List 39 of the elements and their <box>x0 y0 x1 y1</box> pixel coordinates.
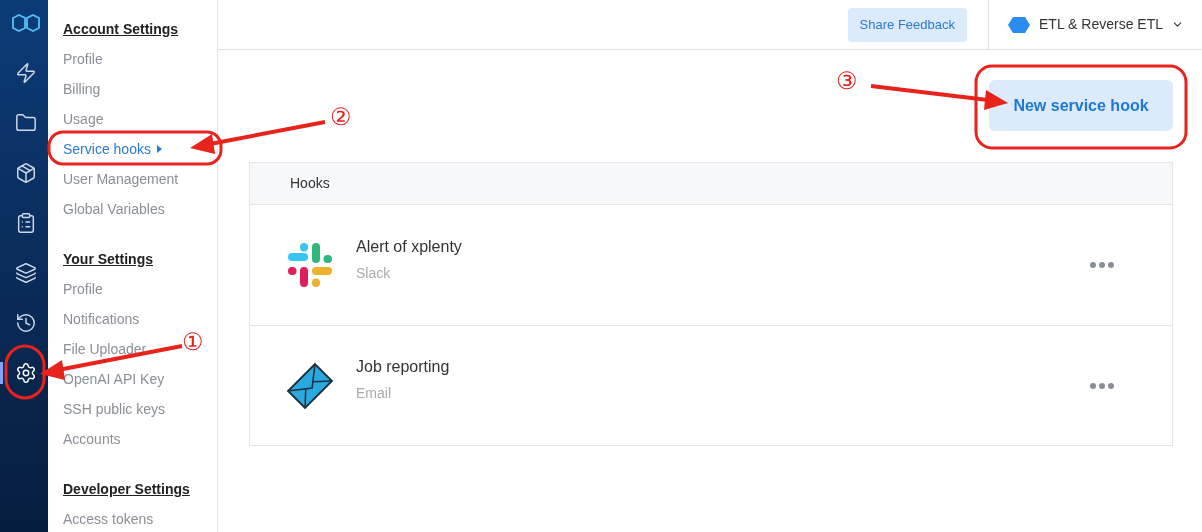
sidebar-link[interactable]: Global Variables <box>63 194 165 224</box>
sidebar-link[interactable]: Profile <box>63 274 103 304</box>
sidebar-link[interactable]: User Management <box>63 164 179 194</box>
box-icon[interactable] <box>14 162 37 184</box>
new-service-hook-button[interactable]: New service hook <box>989 80 1173 131</box>
hook-type: Slack <box>356 263 392 283</box>
slack-logo-icon <box>286 241 334 289</box>
share-feedback-button[interactable]: Share Feedback <box>847 7 967 42</box>
sidebar-link[interactable]: File Uploader <box>63 334 147 364</box>
logo-icon <box>10 13 41 33</box>
sidebar-link[interactable]: Billing <box>63 74 101 104</box>
sidebar-link[interactable]: Access tokens <box>63 504 154 532</box>
sidebar-link[interactable]: Notifications <box>63 304 140 334</box>
hook-name[interactable]: Alert of xplenty <box>356 234 1090 259</box>
sidebar-link[interactable]: Accounts <box>63 424 121 454</box>
sidebar-link[interactable]: OpenAI API Key <box>63 364 165 394</box>
sidebar-link[interactable]: Profile <box>63 44 103 74</box>
hook-name[interactable]: Job reporting <box>356 355 1090 379</box>
folder-icon[interactable] <box>14 112 37 134</box>
section-heading: Your Settings <box>63 249 154 269</box>
sidebar-link[interactable]: Usage <box>63 104 104 134</box>
annotation-number: ① <box>182 330 204 354</box>
product-logo-icon <box>1007 14 1031 35</box>
more-options-icon[interactable] <box>1090 382 1114 389</box>
sidebar-link[interactable]: Service hooks <box>63 134 162 164</box>
section-heading: Account Settings <box>63 19 180 39</box>
annotation-number: ② <box>330 105 352 129</box>
annotation-number: ③ <box>836 69 858 93</box>
hook-type: Email <box>356 384 392 403</box>
more-options-icon[interactable] <box>1090 262 1114 268</box>
product-switcher[interactable]: ETL & Reverse ETL <box>989 0 1202 49</box>
settings-icon[interactable] <box>14 362 37 384</box>
sidebar-link[interactable]: SSH public keys <box>63 394 165 424</box>
caret-icon <box>156 145 162 153</box>
table-header: Hooks <box>250 163 1172 205</box>
history-icon[interactable] <box>14 312 37 334</box>
section-heading: Developer Settings <box>63 479 191 499</box>
layers-icon[interactable] <box>14 262 37 284</box>
lightning-icon[interactable] <box>14 62 37 84</box>
